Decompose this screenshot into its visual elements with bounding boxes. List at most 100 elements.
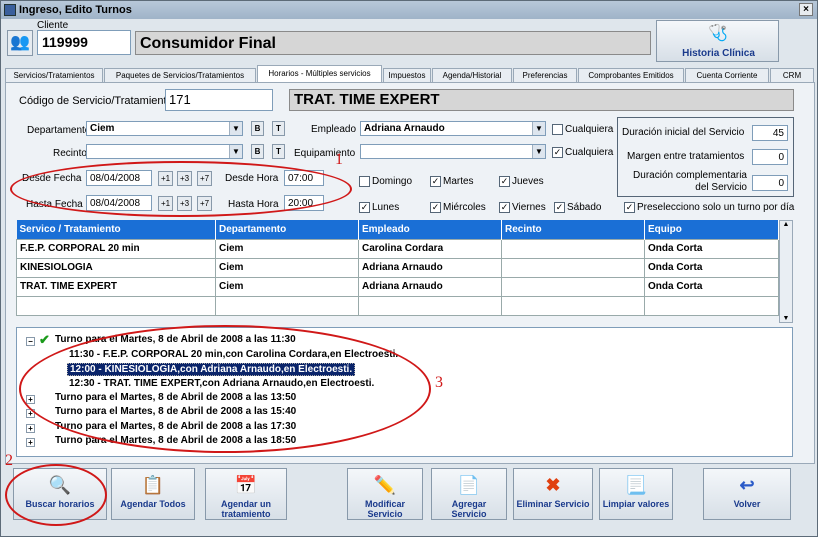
cualquiera-empleado-checkbox[interactable] [552, 124, 563, 135]
column-header[interactable]: Recinto [501, 220, 645, 239]
table-row[interactable] [16, 295, 779, 316]
table-cell [215, 295, 359, 316]
tab-paquetes[interactable]: Paquetes de Servicios/Tratamientos [104, 68, 256, 82]
tab-impuestos[interactable]: Impuestos [383, 68, 431, 82]
chevron-down-icon: ▼ [532, 145, 545, 158]
table-cell [501, 257, 645, 278]
cualquiera-empleado-label: Cualquiera [565, 124, 614, 135]
historia-clinica-button[interactable]: 🩺 Historia Clínica [656, 20, 779, 62]
chevron-down-icon: ▼ [229, 145, 242, 158]
historia-clinica-label: Historia Clínica [682, 48, 755, 59]
equipamiento-select[interactable]: ▼ [360, 144, 546, 159]
column-header[interactable]: Servico / Tratamiento [16, 220, 216, 239]
annotation-ellipse-3 [19, 325, 431, 453]
scroll-up-icon[interactable]: ▲ [780, 221, 792, 228]
departamento-value: Ciem [90, 123, 115, 134]
cualquiera-equipo-checkbox[interactable]: ✓ [552, 147, 563, 158]
miercoles-label: Miércoles [443, 202, 486, 213]
jueves-label: Jueves [512, 176, 544, 187]
preselecciono-checkbox[interactable]: ✓ [624, 202, 635, 213]
lunes-label: Lunes [372, 202, 400, 213]
tab-crm[interactable]: CRM [770, 68, 814, 82]
annotation-number-1: 1 [335, 151, 343, 168]
table-cell: Adriana Arnaudo [358, 276, 502, 297]
jueves-checkbox[interactable]: ✓ [499, 176, 510, 187]
tab-preferencias[interactable]: Preferencias [513, 68, 577, 82]
tab-servicios[interactable]: Servicios/Tratamientos [5, 68, 103, 82]
tab-cuenta-corriente[interactable]: Cuenta Corriente [685, 68, 769, 82]
table-cell [644, 295, 779, 316]
back-arrow-icon: ↩ [739, 475, 755, 495]
recinto-label: Recinto [53, 148, 87, 159]
check-icon: ✔ [39, 332, 50, 347]
empleado-select[interactable]: Adriana Arnaudo ▼ [360, 121, 546, 136]
table-row[interactable]: KINESIOLOGIA Ciem Adriana Arnaudo Onda Cort… [16, 257, 779, 278]
delete-icon: ✖ [545, 475, 561, 495]
servicio-code-field[interactable]: 171 [165, 89, 273, 111]
collapse-icon[interactable]: − [26, 337, 35, 346]
tab-comprobantes[interactable]: Comprobantes Emitidos [578, 68, 684, 82]
departamento-b-button[interactable]: B [251, 121, 264, 136]
margen-field[interactable]: 0 [752, 149, 788, 165]
viernes-label: Viernes [512, 202, 546, 213]
recinto-select[interactable]: ▼ [86, 144, 243, 159]
table-cell: Ciem [215, 257, 359, 278]
recinto-b-button[interactable]: B [251, 144, 264, 159]
agregar-label-1: Agregar [451, 499, 487, 509]
column-header[interactable]: Departamento [215, 220, 359, 239]
expand-icon[interactable]: + [26, 424, 35, 433]
volver-label: Volver [733, 499, 761, 509]
modificar-servicio-button[interactable]: ✏️ Modificar Servicio [347, 468, 423, 520]
client-lookup-icon[interactable]: 👥 [7, 30, 33, 56]
empleado-value: Adriana Arnaudo [364, 123, 445, 134]
servicio-label: Código de Servicio/Tratamiento [19, 95, 173, 107]
window-title: Ingreso, Edito Turnos [19, 4, 132, 16]
viernes-checkbox[interactable]: ✓ [499, 202, 510, 213]
tab-horarios[interactable]: Horarios - Múltiples servicios [257, 65, 382, 82]
limpiar-valores-button[interactable]: 📃 Limpiar valores [599, 468, 673, 520]
departamento-select[interactable]: Ciem ▼ [86, 121, 243, 136]
sabado-checkbox[interactable]: ✓ [554, 202, 565, 213]
lunes-checkbox[interactable]: ✓ [359, 202, 370, 213]
eliminar-servicio-button[interactable]: ✖ Eliminar Servicio [513, 468, 593, 520]
tab-agenda[interactable]: Agenda/Historial [432, 68, 512, 82]
domingo-checkbox[interactable] [359, 176, 370, 187]
edit-icon: ✏️ [373, 475, 397, 495]
table-scrollbar[interactable]: ▲ ▼ [779, 220, 793, 323]
table-row[interactable]: F.E.P. CORPORAL 20 min Ciem Carolina Corda… [16, 238, 779, 259]
table-cell: Onda Corta [644, 257, 779, 278]
cliente-id-field[interactable]: 119999 [37, 30, 131, 55]
modificar-label-1: Modificar [364, 499, 405, 509]
scroll-down-icon[interactable]: ▼ [780, 315, 792, 322]
recinto-t-button[interactable]: T [272, 144, 285, 159]
agendar-todos-button[interactable]: 📋 Agendar Todos [111, 468, 195, 520]
services-table: Servico / Tratamiento Departamento Emple… [16, 220, 779, 316]
preselecciono-label: Preselecciono solo un turno por día [637, 202, 795, 213]
expand-icon[interactable]: + [26, 438, 35, 447]
duracion-inicial-field[interactable]: 45 [752, 125, 788, 141]
annotation-number-2: 2 [5, 452, 13, 469]
new-document-icon: 📄 [457, 475, 481, 495]
close-button[interactable]: × [799, 3, 813, 16]
clipboard-icon: 📋 [141, 475, 165, 495]
limpiar-label: Limpiar valores [602, 499, 670, 509]
volver-button[interactable]: ↩ Volver [703, 468, 791, 520]
departamento-label: Departamento [27, 125, 91, 136]
duracion-compl-field[interactable]: 0 [752, 175, 788, 191]
table-cell [501, 276, 645, 297]
eliminar-label: Eliminar Servicio [516, 499, 590, 509]
column-header[interactable]: Empleado [358, 220, 502, 239]
miercoles-checkbox[interactable]: ✓ [430, 202, 441, 213]
annotation-number-3: 3 [435, 374, 443, 391]
agendar-uno-label-1: Agendar un [220, 499, 271, 509]
empleado-label: Empleado [311, 124, 357, 135]
table-header-row: Servico / Tratamiento Departamento Emple… [16, 220, 779, 239]
departamento-t-button[interactable]: T [272, 121, 285, 136]
column-header[interactable]: Equipo [644, 220, 779, 239]
table-cell: Onda Corta [644, 276, 779, 297]
agendar-tratamiento-button[interactable]: 📅 Agendar un tratamiento [205, 468, 287, 520]
martes-checkbox[interactable]: ✓ [430, 176, 441, 187]
table-row[interactable]: TRAT. TIME EXPERT Ciem Adriana Arnaudo Onda… [16, 276, 779, 297]
agregar-label-2: Servicio [451, 509, 487, 519]
agregar-servicio-button[interactable]: 📄 Agregar Servicio [431, 468, 507, 520]
